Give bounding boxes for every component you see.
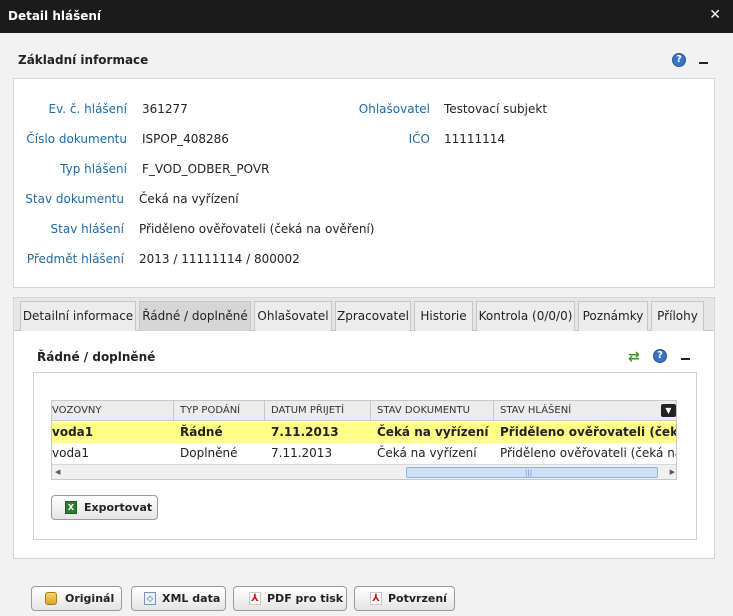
table-cell: 7.11.2013 [271,425,339,439]
export-button-label: Exportovat [84,501,153,514]
collapse-icon[interactable] [699,62,708,64]
scroll-right-icon[interactable]: ▶ [670,468,675,476]
table-cell: Přiděleno ověřovateli (čeká na ověření) [500,446,676,460]
pdf-icon: ⅄ [370,592,382,605]
column-header[interactable]: TYP PODÁNÍ [174,401,265,421]
original-button-label: Originál [65,592,115,605]
xml-icon: ◇ [144,592,156,605]
table-row[interactable]: voda1 Doplněné 7.11.2013 Čeká na vyřízen… [52,443,676,464]
column-menu-icon[interactable]: ▼ [661,404,676,417]
tab-strip: Detailní informace Řádné / doplněné Ohla… [14,298,714,331]
table-cell: voda1 [52,425,94,439]
scrollbar-thumb[interactable]: ||| [406,467,658,478]
tab-poznamky[interactable]: Poznámky [578,301,648,331]
table-cell: Čeká na vyřízení [377,425,489,439]
field-label-ico: IČO [408,132,430,146]
confirmation-button[interactable]: ⅄ Potvrzení [354,586,455,611]
field-value-ohlasovatel: Testovací subjekt [444,102,548,116]
window-title: Detail hlášení [8,9,102,23]
field-value-stav-hlaseni: Přiděleno ověřovateli (čeká na ověření) [139,222,375,236]
tab-prilohy[interactable]: Přílohy [651,301,704,331]
column-header[interactable]: STAV HLÁŠENÍ [494,401,676,421]
column-header[interactable]: STAV DOKUMENTU [371,401,494,421]
refresh-icon[interactable]: ⇄ [628,350,640,364]
field-label-stav-hlaseni: Stav hlášení [50,222,124,236]
field-value-cislo-dokumentu: ISPOP_408286 [142,132,229,146]
table-cell: 7.11.2013 [271,446,333,460]
field-label-typ-hlaseni: Typ hlášení [60,162,127,176]
database-icon [45,592,57,605]
field-value-ico: 11111114 [444,132,506,146]
scroll-left-icon[interactable]: ◀ [55,468,60,476]
collapse-icon[interactable] [681,358,690,360]
tab-historie[interactable]: Historie [414,301,473,331]
table-cell: Doplněné [180,446,238,460]
field-value-stav-dokumentu: Čeká na vyřízení [139,192,239,206]
xml-data-button-label: XML data [162,592,221,605]
table-row[interactable]: voda1 Řádné 7.11.2013 Čeká na vyřízení P… [52,422,676,443]
grid-header: VOZOVNY TYP PODÁNÍ DATUM PŘIJETÍ STAV DO… [52,401,676,421]
close-icon[interactable]: ✕ [709,7,721,23]
field-value-predmet-hlaseni: 2013 / 11111114 / 800002 [139,252,300,266]
tab-kontrola[interactable]: Kontrola (0/0/0) [476,301,575,331]
tab-detailni-informace[interactable]: Detailní informace [20,301,136,331]
horizontal-scrollbar[interactable]: ◀ ||| ▶ [52,464,676,479]
field-label-ohlasovatel: Ohlašovatel [358,102,430,116]
xml-data-button[interactable]: ◇ XML data [131,586,226,611]
subpanel-title: Řádné / doplněné [37,350,156,364]
table-cell: Řádné [180,425,223,439]
field-label-cislo-dokumentu: Číslo dokumentu [26,132,127,146]
table-cell: Přiděleno ověřovateli (čeká na ověření) [500,425,676,439]
field-label-stav-dokumentu: Stav dokumentu [25,192,124,206]
basic-info-title: Základní informace [18,53,149,67]
pdf-print-button[interactable]: ⅄ PDF pro tisk [233,586,347,611]
field-label-ev-cislo: Ev. č. hlášení [48,102,127,116]
export-button[interactable]: X Exportovat [51,495,158,520]
window-titlebar: Detail hlášení ✕ [0,0,733,33]
excel-icon: X [65,501,77,514]
original-button[interactable]: Originál [31,586,122,611]
grip-icon: ||| [525,469,533,477]
field-value-typ-hlaseni: F_VOD_ODBER_POVR [142,162,270,176]
table-cell: voda1 [52,446,90,460]
tab-zpracovatel[interactable]: Zpracovatel [335,301,411,331]
tab-radne-doplnene[interactable]: Řádné / doplněné [139,301,251,331]
grid: VOZOVNY TYP PODÁNÍ DATUM PŘIJETÍ STAV DO… [51,400,677,480]
column-header[interactable]: VOZOVNY [52,401,174,421]
field-label-predmet-hlaseni: Předmět hlášení [26,252,124,266]
pdf-print-button-label: PDF pro tisk [267,592,344,605]
tab-ohlasovatel[interactable]: Ohlašovatel [254,301,332,331]
pdf-icon: ⅄ [249,592,261,605]
column-header[interactable]: DATUM PŘIJETÍ [265,401,371,421]
help-icon[interactable]: ? [672,53,686,67]
field-value-ev-cislo: 361277 [142,102,188,116]
table-cell: Čeká na vyřízení [377,446,477,460]
confirmation-button-label: Potvrzení [388,592,447,605]
help-icon[interactable]: ? [653,349,667,363]
